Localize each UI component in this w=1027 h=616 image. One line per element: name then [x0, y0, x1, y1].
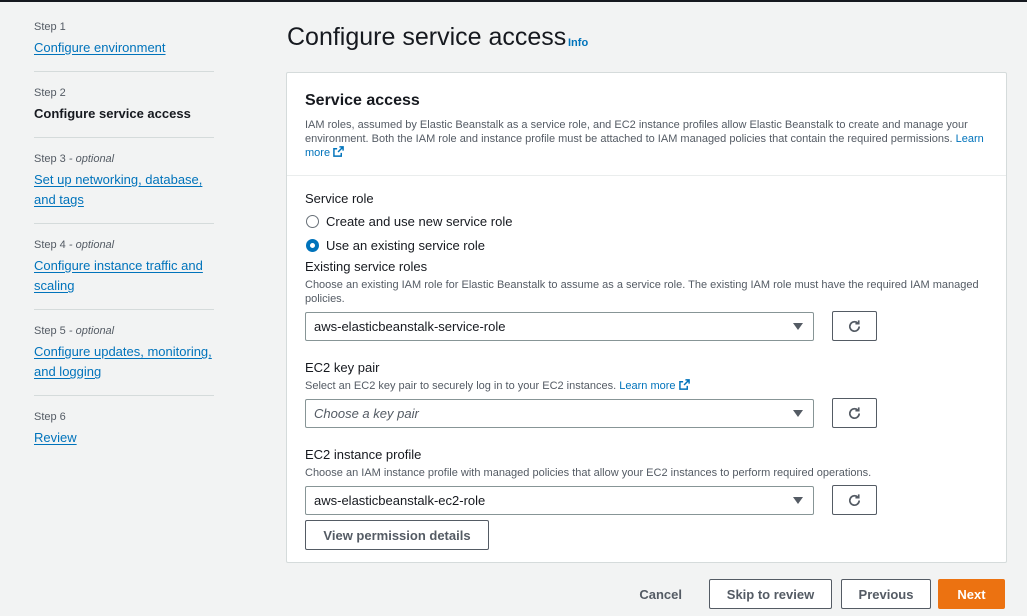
existing-roles-label: Existing service roles — [305, 259, 428, 274]
step-6: Step 6 Review — [34, 410, 214, 448]
key-pair-label: EC2 key pair — [305, 360, 380, 375]
radio-create-new-role[interactable]: Create and use new service role — [305, 211, 988, 232]
panel-description: IAM roles, assumed by Elastic Beanstalk … — [305, 119, 984, 159]
radio-label: Create and use new service role — [326, 214, 513, 229]
existing-roles-row: aws-elasticbeanstalk-service-role — [305, 311, 988, 341]
refresh-icon — [849, 493, 861, 506]
select-value: aws-elasticbeanstalk-ec2-role — [314, 492, 486, 508]
divider — [34, 223, 214, 224]
step-number: Step 2 — [34, 87, 66, 99]
refresh-icon — [849, 406, 861, 419]
key-pair-select[interactable]: Choose a key pair — [305, 398, 814, 428]
service-role-label: Service role — [305, 191, 374, 206]
wizard-steps-nav: Step 1 Configure environment Step 2 Conf… — [34, 20, 214, 448]
step-link-instance-traffic[interactable]: Configure instance traffic and scaling — [34, 256, 214, 296]
next-button[interactable]: Next — [938, 579, 1005, 609]
step-number: Step 1 — [34, 21, 66, 33]
panel-title: Service access — [305, 92, 420, 109]
refresh-roles-button[interactable] — [832, 311, 877, 341]
caret-down-icon — [793, 496, 803, 504]
key-pair-learn-more-link[interactable]: Learn more — [619, 379, 690, 392]
step-3: Step 3 - optional Set up networking, dat… — [34, 152, 214, 210]
view-permission-details-button[interactable]: View permission details — [305, 520, 489, 550]
step-current-configure-service-access: Configure service access — [34, 106, 191, 121]
cancel-button[interactable]: Cancel — [639, 587, 682, 602]
radio-unchecked[interactable] — [306, 215, 319, 228]
select-placeholder: Choose a key pair — [314, 405, 419, 421]
existing-roles-description: Choose an existing IAM role for Elastic … — [305, 279, 979, 305]
divider — [34, 71, 214, 72]
instance-profile-label: EC2 instance profile — [305, 447, 422, 462]
instance-profile-description: Choose an IAM instance profile with mana… — [305, 467, 872, 479]
step-link-updates-monitoring[interactable]: Configure updates, monitoring, and loggin… — [34, 342, 214, 382]
step-4: Step 4 - optional Configure instance tra… — [34, 238, 214, 296]
select-value: aws-elasticbeanstalk-service-role — [314, 318, 506, 334]
step-link-review[interactable]: Review — [34, 428, 214, 448]
refresh-icon — [849, 319, 861, 332]
step-5: Step 5 - optional Configure updates, mon… — [34, 324, 214, 382]
info-link[interactable]: Info — [568, 37, 588, 49]
divider — [34, 395, 214, 396]
divider — [34, 137, 214, 138]
step-number: Step 6 — [34, 411, 66, 423]
key-pair-row: Choose a key pair — [305, 398, 988, 428]
service-access-panel: Service access IAM roles, assumed by Ela… — [286, 72, 1007, 563]
step-number: Step 4 - optional — [34, 239, 115, 251]
radio-label: Use an existing service role — [326, 238, 485, 253]
radio-checked[interactable] — [306, 239, 319, 252]
panel-header: Service access IAM roles, assumed by Ela… — [287, 73, 1006, 176]
caret-down-icon — [793, 322, 803, 330]
step-number: Step 3 - optional — [34, 153, 115, 165]
step-link-networking[interactable]: Set up networking, database, and tags — [34, 170, 214, 210]
step-2: Step 2 Configure service access — [34, 86, 214, 124]
external-link-icon — [333, 146, 344, 157]
radio-use-existing-role[interactable]: Use an existing service role — [305, 235, 988, 256]
step-link-configure-environment[interactable]: Configure environment — [34, 38, 214, 58]
step-number: Step 5 - optional — [34, 325, 115, 337]
instance-profile-select[interactable]: aws-elasticbeanstalk-ec2-role — [305, 485, 814, 515]
panel-body: Service role Create and use new service … — [287, 176, 1006, 550]
divider — [34, 309, 214, 310]
caret-down-icon — [793, 409, 803, 417]
refresh-key-pairs-button[interactable] — [832, 398, 877, 428]
wizard-footer: Cancel Skip to review Previous Next — [639, 579, 1005, 609]
page-title: Configure service access — [287, 23, 567, 51]
refresh-instance-profiles-button[interactable] — [832, 485, 877, 515]
key-pair-description: Select an EC2 key pair to securely log i… — [305, 379, 988, 393]
existing-roles-select[interactable]: aws-elasticbeanstalk-service-role — [305, 311, 814, 341]
skip-to-review-button[interactable]: Skip to review — [709, 579, 832, 609]
instance-profile-row: aws-elasticbeanstalk-ec2-role — [305, 485, 988, 515]
step-1: Step 1 Configure environment — [34, 20, 214, 58]
external-link-icon — [678, 379, 690, 390]
previous-button[interactable]: Previous — [841, 579, 931, 609]
